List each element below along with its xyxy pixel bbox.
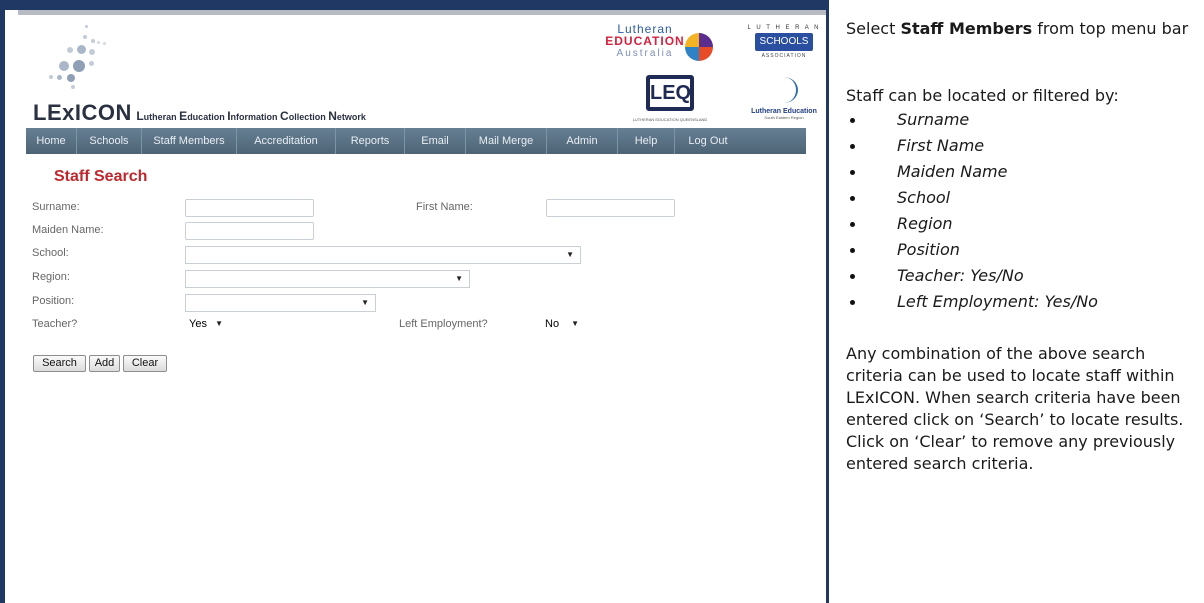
left-employment-value: No [545,318,560,330]
school-label: School: [32,247,69,259]
nav-home[interactable]: Home [26,128,77,154]
top-menu-bar: Home Schools Staff Members Accreditation… [26,128,806,154]
filter-item: Region [846,211,1198,237]
filter-item: Position [846,237,1198,263]
chevron-down-icon: ▼ [215,319,223,328]
lutheran-schools-association-logo: L U T H E R A N SCHOOLS ASSOCIATION [745,25,823,67]
leq-sub: LUTHERAN EDUCATION QUEENSLAND [632,117,708,122]
lsa-top: L U T H E R A N [747,25,821,31]
first-name-input[interactable] [546,199,675,217]
chevron-down-icon: ▼ [455,274,463,283]
filter-list: Surname First Name Maiden Name School Re… [846,107,1198,315]
intro-bold: Staff Members [900,19,1033,38]
instructions-intro: Select Staff Members from top menu bar [846,18,1198,40]
nav-email[interactable]: Email [405,128,466,154]
nav-help[interactable]: Help [618,128,675,154]
nav-staff-members[interactable]: Staff Members [142,128,237,154]
region-select[interactable]: ▼ [185,270,470,288]
intro-prefix: Select [846,19,901,38]
position-select[interactable]: ▼ [185,294,376,312]
nav-mail-merge[interactable]: Mail Merge [466,128,547,154]
surname-input[interactable] [185,199,314,217]
logo-tagline-r5: etwork [336,112,366,122]
logo-tagline-l1: L [136,109,144,123]
les-line2: South Eastern Region [764,115,804,120]
surname-label: Surname: [32,201,80,213]
logo-tagline-l5: N [328,109,337,123]
logo-tagline-r4: ollection [288,112,329,122]
position-label: Position: [32,295,75,307]
instructions-closing: Any combination of the above search crit… [846,344,1184,473]
filter-intro: Staff can be located or filtered by: [846,86,1119,105]
app-screenshot-frame: LExICON Lutheran Education Information C… [0,0,829,603]
search-button[interactable]: Search [33,355,86,372]
leq-logo: LEQ LUTHERAN EDUCATION QUEENSLAND [615,75,725,130]
filter-item: Surname [846,107,1198,133]
filter-item: Teacher: Yes/No [846,263,1198,289]
logo-tagline-r1: utheran [143,112,180,122]
nav-reports[interactable]: Reports [336,128,405,154]
lutheran-education-ser-logo: Lutheran Education South Eastern Region [745,77,823,127]
nav-accreditation[interactable]: Accreditation [237,128,336,154]
filter-item: First Name [846,133,1198,159]
teacher-select[interactable]: Yes ▼ [185,316,229,334]
left-employment-label: Left Employment? [399,318,488,330]
region-label: Region: [32,271,70,283]
filter-item: Left Employment: Yes/No [846,289,1198,315]
logo-tagline-l2: E [179,109,188,123]
maiden-name-label: Maiden Name: [32,224,104,236]
chevron-down-icon: ▼ [566,250,574,259]
lsa-box: SCHOOLS [755,33,813,51]
logo-tagline-l4: C [280,109,289,123]
left-employment-select[interactable]: No ▼ [541,316,585,334]
globe-icon [685,33,713,61]
arc-icon [770,77,798,103]
filter-item: School [846,185,1198,211]
nav-admin[interactable]: Admin [547,128,618,154]
page-title: Staff Search [54,168,148,185]
leq-mark: LEQ [646,75,694,111]
maiden-name-input[interactable] [185,222,314,240]
filter-item: Maiden Name [846,159,1198,185]
teacher-value: Yes [189,318,207,330]
first-name-label: First Name: [416,201,473,213]
clear-button[interactable]: Clear [123,355,167,372]
nav-schools[interactable]: Schools [77,128,142,154]
logo-tagline-r3: nformation [230,112,281,122]
teacher-label: Teacher? [32,318,78,330]
nav-log-out[interactable]: Log Out [675,128,741,154]
add-button[interactable]: Add [89,355,120,372]
logo-main-text: LExICON [33,100,132,125]
logo-tagline-r2: ducation [187,112,228,122]
lsa-bottom: ASSOCIATION [761,53,807,59]
app-header: LExICON Lutheran Education Information C… [5,15,826,130]
chevron-down-icon: ▼ [361,298,369,307]
les-line1: Lutheran Education [751,108,817,115]
dots-logo-icon [45,25,125,95]
lexicon-logo: LExICON Lutheran Education Information C… [33,100,366,126]
instructions-panel: Select Staff Members from top menu bar S… [846,18,1198,475]
chevron-down-icon: ▼ [571,319,579,328]
intro-suffix: from top menu bar [1032,19,1189,38]
school-select[interactable]: ▼ [185,246,581,264]
